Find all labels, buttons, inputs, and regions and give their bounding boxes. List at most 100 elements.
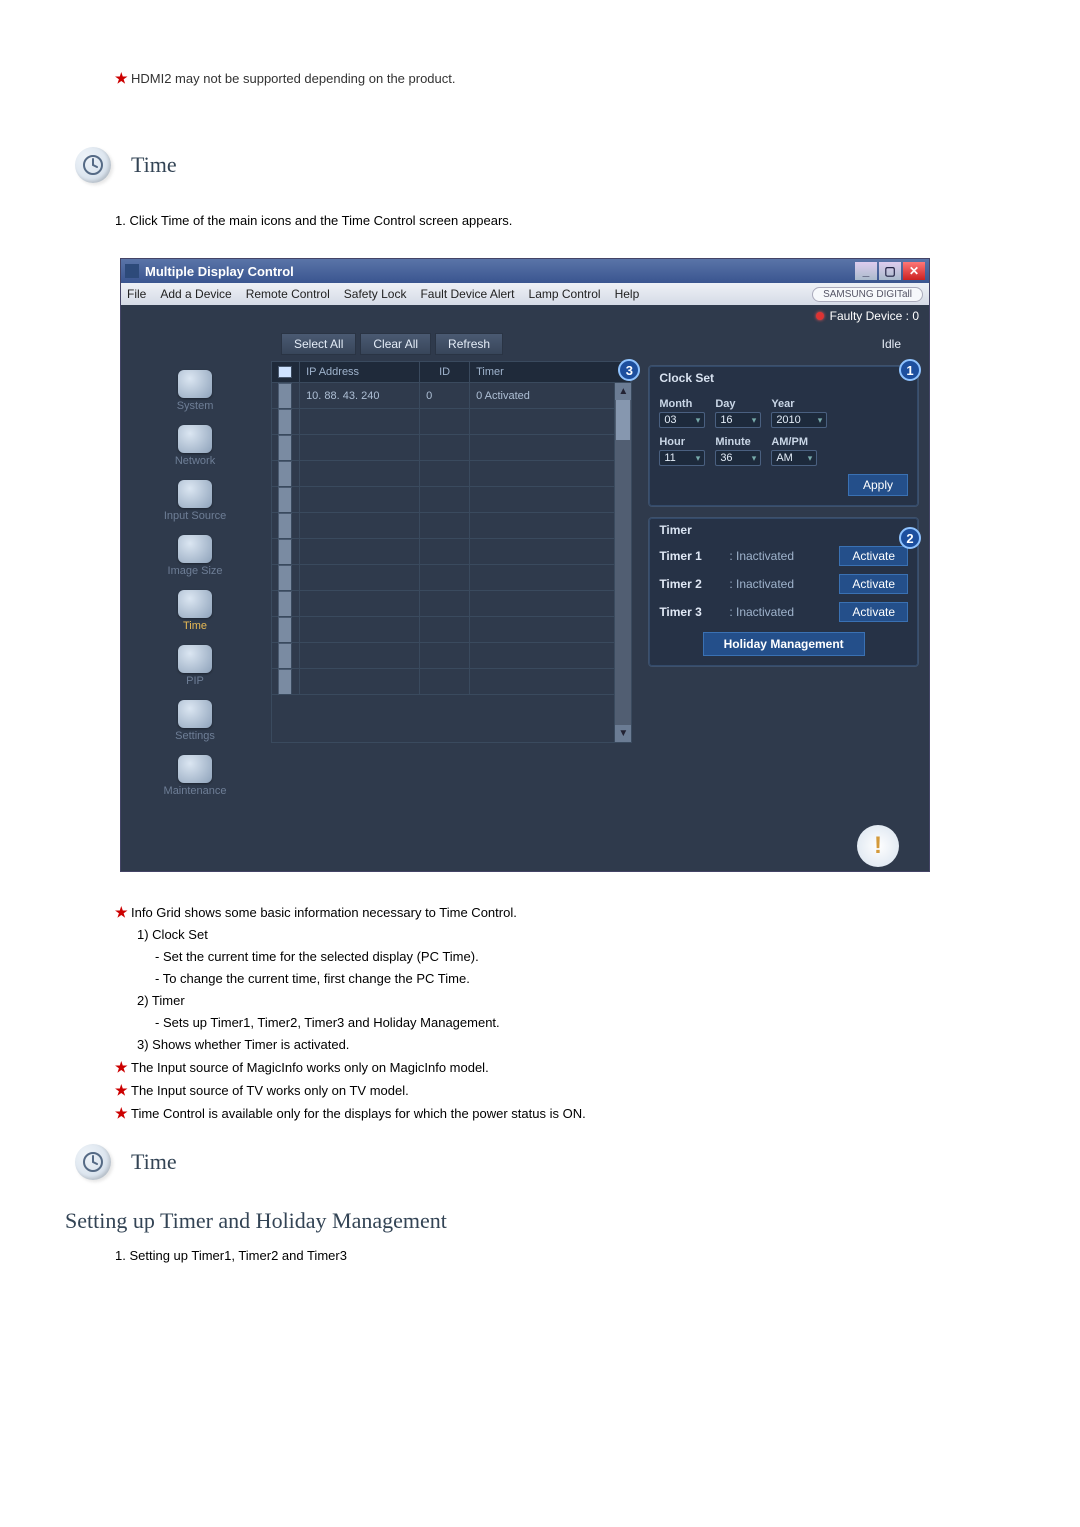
minimize-button[interactable]: _ <box>855 262 877 280</box>
close-button[interactable]: ✕ <box>903 262 925 280</box>
holiday-management-button[interactable]: Holiday Management <box>703 632 865 656</box>
timer1-activate-button[interactable]: Activate <box>839 546 908 566</box>
grid-row-empty <box>272 461 631 487</box>
menu-lamp-control[interactable]: Lamp Control <box>529 287 601 301</box>
timer1-name: Timer 1 <box>659 549 719 563</box>
row-checkbox[interactable] <box>278 383 292 409</box>
star-icon: ★ <box>115 1103 131 1123</box>
idle-label: Idle <box>882 337 919 351</box>
scrollbar[interactable]: ▲ ▼ <box>614 383 631 742</box>
sidebar: System Network Input Source Image Size T… <box>121 361 269 821</box>
timer-row-2: Timer 2: InactivatedActivate <box>649 570 918 598</box>
header-ip[interactable]: IP Address <box>300 362 420 382</box>
sidebar-item-input-source[interactable]: Input Source <box>164 477 226 528</box>
cell-id: 0 <box>420 383 470 409</box>
grid-row-empty <box>272 435 631 461</box>
menubar: File Add a Device Remote Control Safety … <box>121 283 929 305</box>
apply-button[interactable]: Apply <box>848 474 908 496</box>
timer2-status: : Inactivated <box>729 577 829 591</box>
minute-select[interactable]: 36▾ <box>715 450 761 466</box>
timer3-name: Timer 3 <box>659 605 719 619</box>
section-title: Time <box>131 1149 177 1175</box>
sidebar-label: Network <box>175 455 215 467</box>
callout-2: 2 <box>899 527 921 549</box>
sidebar-label: System <box>177 400 214 412</box>
sidebar-label: Time <box>183 620 207 632</box>
timer-row-3: Timer 3: InactivatedActivate <box>649 598 918 626</box>
right-pane: 1 Clock Set Month03▾ Day16▾ Year2010▾ Ho… <box>634 361 929 821</box>
desc-line: Time Control is available only for the d… <box>131 1106 586 1121</box>
step-2: 1. Setting up Timer1, Timer2 and Timer3 <box>115 1248 1015 1263</box>
titlebar: Multiple Display Control _ ▢ ✕ <box>121 259 929 283</box>
year-label: Year <box>771 398 827 410</box>
menu-add-device[interactable]: Add a Device <box>160 287 231 301</box>
year-select[interactable]: 2010▾ <box>771 412 827 428</box>
chevron-down-icon: ▾ <box>696 453 701 464</box>
section-heading-time-2: Time <box>75 1144 1015 1180</box>
sidebar-item-pip[interactable]: PIP <box>178 642 212 693</box>
faulty-device-label: Faulty Device : 0 <box>830 309 919 323</box>
sidebar-item-system[interactable]: System <box>177 367 214 418</box>
grid-header: IP Address ID Timer <box>271 361 632 383</box>
hour-label: Hour <box>659 436 705 448</box>
desc-line: 1) Clock Set <box>137 925 1015 945</box>
header-id[interactable]: ID <box>420 362 470 382</box>
step-1: 1. Click Time of the main icons and the … <box>115 213 1015 228</box>
cell-timer: 0 Activated <box>470 383 631 409</box>
grid-row-empty <box>272 669 631 695</box>
menu-help[interactable]: Help <box>615 287 640 301</box>
network-icon <box>178 425 212 453</box>
note-text: HDMI2 may not be supported depending on … <box>131 71 456 86</box>
clear-all-button[interactable]: Clear All <box>360 333 431 355</box>
day-label: Day <box>715 398 761 410</box>
clock-circle-icon <box>75 1144 111 1180</box>
sidebar-item-time[interactable]: Time <box>178 587 212 638</box>
desc-line: - To change the current time, first chan… <box>155 969 1015 989</box>
menu-fault-device-alert[interactable]: Fault Device Alert <box>420 287 514 301</box>
ampm-select[interactable]: AM▾ <box>771 450 817 466</box>
sidebar-item-network[interactable]: Network <box>175 422 215 473</box>
month-label: Month <box>659 398 705 410</box>
sidebar-label: Input Source <box>164 510 226 522</box>
maximize-button[interactable]: ▢ <box>879 262 901 280</box>
scroll-up-button[interactable]: ▲ <box>615 383 631 400</box>
warning-icon: ! <box>857 825 899 867</box>
sidebar-label: PIP <box>186 675 204 687</box>
sidebar-label: Maintenance <box>164 785 227 797</box>
chevron-down-icon: ▾ <box>752 415 757 426</box>
select-all-button[interactable]: Select All <box>281 333 356 355</box>
header-timer[interactable]: Timer <box>470 362 631 382</box>
cell-ip: 10. 88. 43. 240 <box>300 383 420 409</box>
info-grid: 3 IP Address ID Timer 10. 88. 43. 240 0 … <box>269 361 634 821</box>
timer2-activate-button[interactable]: Activate <box>839 574 908 594</box>
desc-line: - Set the current time for the selected … <box>155 947 1015 967</box>
clock-circle-icon <box>75 147 111 183</box>
menu-safety-lock[interactable]: Safety Lock <box>344 287 407 301</box>
grid-row-empty <box>272 643 631 669</box>
pip-icon <box>178 645 212 673</box>
subheading-timer-holiday: Setting up Timer and Holiday Management <box>65 1208 1015 1234</box>
led-icon <box>816 312 824 320</box>
desc-line: - Sets up Timer1, Timer2, Timer3 and Hol… <box>155 1013 1015 1033</box>
grid-row-empty <box>272 565 631 591</box>
timer3-activate-button[interactable]: Activate <box>839 602 908 622</box>
app-icon <box>125 264 139 278</box>
hour-select[interactable]: 11▾ <box>659 450 705 466</box>
sidebar-item-maintenance[interactable]: Maintenance <box>164 752 227 803</box>
screenshot-app-window: Multiple Display Control _ ▢ ✕ File Add … <box>120 258 930 872</box>
menu-file[interactable]: File <box>127 287 146 301</box>
day-select[interactable]: 16▾ <box>715 412 761 428</box>
header-checkbox[interactable] <box>272 362 300 382</box>
sidebar-item-image-size[interactable]: Image Size <box>168 532 223 583</box>
desc-line: Info Grid shows some basic information n… <box>131 905 517 920</box>
month-select[interactable]: 03▾ <box>659 412 705 428</box>
grid-row[interactable]: 10. 88. 43. 240 0 0 Activated <box>272 383 631 409</box>
menu-remote-control[interactable]: Remote Control <box>246 287 330 301</box>
star-icon: ★ <box>115 902 131 922</box>
section-title: Time <box>131 152 177 178</box>
sidebar-item-settings[interactable]: Settings <box>175 697 215 748</box>
scroll-down-button[interactable]: ▼ <box>615 725 631 742</box>
desc-line: The Input source of TV works only on TV … <box>131 1083 409 1098</box>
scroll-thumb[interactable] <box>616 400 630 440</box>
refresh-button[interactable]: Refresh <box>435 333 503 355</box>
